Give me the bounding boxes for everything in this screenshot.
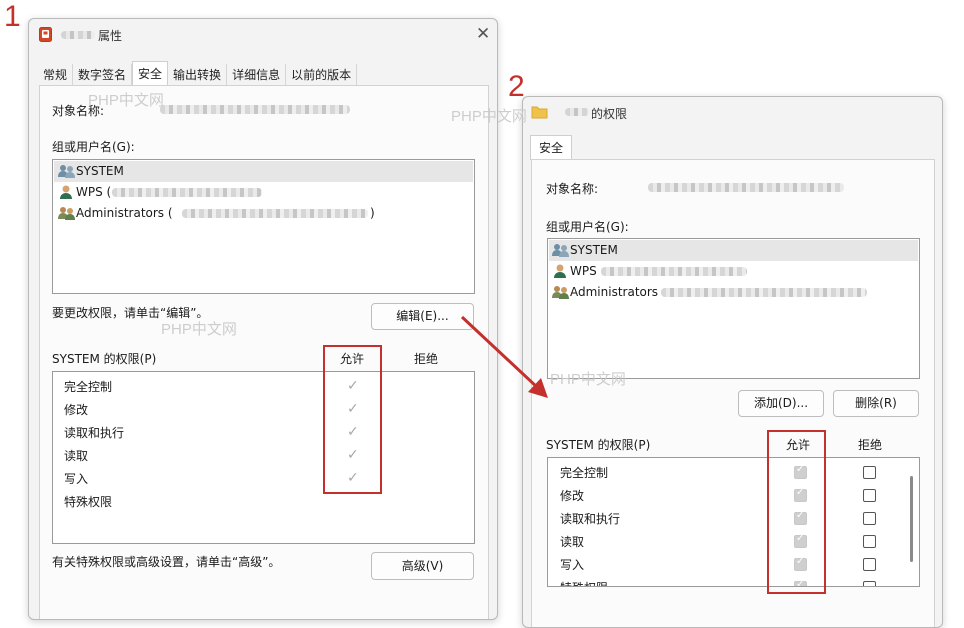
watermark: PHP中文网 (161, 321, 237, 338)
watermark: PHP中文网 (451, 108, 527, 125)
watermark: PHP中文网 (550, 371, 626, 388)
watermark: PHP中文网 (88, 92, 164, 109)
